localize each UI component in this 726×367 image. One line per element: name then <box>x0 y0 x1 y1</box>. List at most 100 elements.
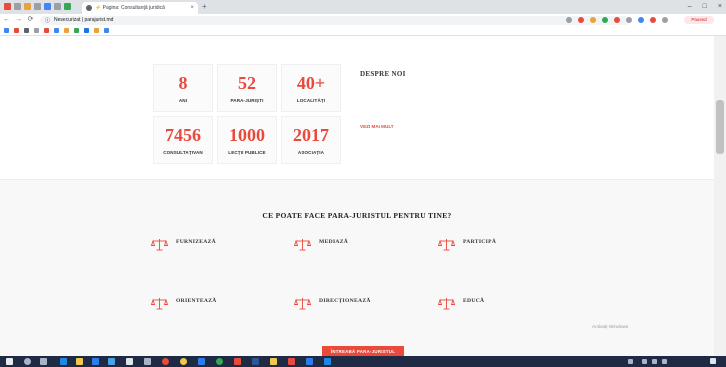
taskbar-app-icon[interactable] <box>126 358 133 365</box>
windows-taskbar <box>0 356 726 367</box>
notification-center-icon[interactable] <box>710 358 716 364</box>
windows-start-icon[interactable] <box>6 358 13 365</box>
pinned-tab-icon[interactable] <box>24 3 31 10</box>
reload-button[interactable]: ⟳ <box>25 14 36 26</box>
forward-button[interactable]: → <box>13 14 24 26</box>
pinned-tab-icon[interactable] <box>44 3 51 10</box>
about-section: DESPRE NOI VEZI MAI MULT <box>360 70 582 133</box>
taskbar-app-icon[interactable] <box>92 358 99 365</box>
scales-of-justice-icon <box>438 239 455 251</box>
pinned-tab-icon[interactable] <box>34 3 41 10</box>
tab-favicon-icon <box>86 5 92 11</box>
search-icon[interactable] <box>24 358 31 365</box>
bookmark-icon[interactable] <box>94 28 99 33</box>
extension-icon[interactable] <box>638 17 644 23</box>
stat-card: 8 ANI <box>153 64 213 112</box>
taskbar-app-icon[interactable] <box>108 358 115 365</box>
site-info-icon[interactable]: ⓘ <box>45 17 50 24</box>
taskbar-app-icon[interactable] <box>306 358 313 365</box>
chrome-icon[interactable] <box>180 358 187 365</box>
stat-label: PARA-JURIȘTI <box>230 98 264 103</box>
scales-of-justice-icon <box>294 239 311 251</box>
services-section: CE POATE FACE PARA-JURISTUL PENTRU TINE?… <box>0 179 714 356</box>
pinned-tab-gmail-icon[interactable] <box>4 3 11 10</box>
stat-value: 40+ <box>296 73 326 93</box>
bookmark-icon[interactable] <box>34 28 39 33</box>
stat-value: 8 <box>178 73 188 93</box>
bookmark-icon[interactable] <box>24 28 29 33</box>
stat-card: 1000 LECȚII PUBLICE <box>217 116 277 164</box>
bookmark-icon[interactable] <box>44 28 49 33</box>
tray-chevron-icon[interactable] <box>628 359 633 364</box>
taskbar-app-icon[interactable] <box>234 358 241 365</box>
stat-label: ANI <box>178 98 188 103</box>
scrollbar-thumb[interactable] <box>716 100 724 154</box>
browser-tab-strip: ⚡ Pagina: Consultanţă juridică × + – □ × <box>0 0 726 14</box>
stat-label: LOCALITĂȚI <box>296 98 326 103</box>
close-window-button[interactable]: × <box>718 1 722 12</box>
bookmark-icon[interactable] <box>74 28 79 33</box>
word-icon[interactable] <box>252 358 259 365</box>
web-page: 8 ANI 52 PARA-JURIȘTI 40+ LOCALITĂȚI 7456 CO… <box>0 36 714 356</box>
bookmark-icon[interactable] <box>84 28 89 33</box>
service-title: ORIENTEAZĂ <box>176 298 217 304</box>
taskbar-app-icon[interactable] <box>162 358 169 365</box>
file-explorer-icon[interactable] <box>76 358 83 365</box>
taskbar-app-icon[interactable] <box>216 358 223 365</box>
tab-close-icon[interactable]: × <box>190 5 194 11</box>
bookmark-icon[interactable] <box>54 28 59 33</box>
network-icon[interactable] <box>642 359 647 364</box>
see-more-link[interactable]: VEZI MAI MULT <box>360 124 394 129</box>
bookmark-icon[interactable] <box>64 28 69 33</box>
stat-label: LECȚII PUBLICE <box>228 150 266 155</box>
bookmark-icon[interactable] <box>14 28 19 33</box>
watermark-line: Activați Windows <box>592 325 629 330</box>
extension-icon[interactable] <box>590 17 596 23</box>
service-title: PARTICIPĂ <box>463 239 497 245</box>
pinned-tab-icon[interactable] <box>54 3 61 10</box>
minimize-button[interactable]: – <box>688 1 692 12</box>
window-controls: – □ × <box>688 1 722 12</box>
page-scrollbar[interactable] <box>714 36 726 356</box>
extension-icon[interactable] <box>614 17 620 23</box>
taskbar-app-icon[interactable] <box>288 358 295 365</box>
back-button[interactable]: ← <box>1 14 12 26</box>
extension-icon[interactable] <box>662 17 668 23</box>
profile-paused-button[interactable]: Paused <box>684 16 714 24</box>
address-bar[interactable]: ⓘ Nesecurizat | parajurist.md <box>40 15 630 25</box>
taskbar-app-icon[interactable] <box>198 358 205 365</box>
extension-icon[interactable] <box>650 17 656 23</box>
pinned-tab-icon[interactable] <box>64 3 71 10</box>
bookmarks-bar <box>0 26 726 36</box>
stat-card: 7456 CONSULTAȚIVAN <box>153 116 213 164</box>
taskbar-app-icon[interactable] <box>144 358 151 365</box>
bookmark-icon[interactable] <box>4 28 9 33</box>
task-view-icon[interactable] <box>40 358 47 365</box>
volume-icon[interactable] <box>652 359 657 364</box>
extension-icon[interactable] <box>578 17 584 23</box>
extension-icon[interactable] <box>602 17 608 23</box>
service-title: EDUCĂ <box>463 298 485 304</box>
about-title: DESPRE NOI <box>360 70 406 78</box>
extension-icon[interactable] <box>626 17 632 23</box>
scales-of-justice-icon <box>151 298 168 310</box>
pinned-tab-icon[interactable] <box>14 3 21 10</box>
maximize-button[interactable]: □ <box>703 1 707 12</box>
stat-card: 2017 ASOCIAȚIA <box>281 116 341 164</box>
bookmark-star-icon[interactable] <box>566 17 572 23</box>
new-tab-button[interactable]: + <box>202 2 207 12</box>
bookmark-icon[interactable] <box>104 28 109 33</box>
tab-active[interactable]: ⚡ Pagina: Consultanţă juridică × <box>82 2 198 14</box>
scales-of-justice-icon <box>151 239 168 251</box>
battery-icon[interactable] <box>662 359 667 364</box>
stat-value: 7456 <box>165 125 201 145</box>
stat-value: 52 <box>238 73 256 93</box>
tab-title: ⚡ Pagina: Consultanţă juridică <box>95 5 165 11</box>
taskbar-app-icon[interactable] <box>324 358 331 365</box>
ask-parajurist-button[interactable]: ÎNTREABĂ PARA-JURISTUL <box>322 346 404 356</box>
edge-browser-icon[interactable] <box>60 358 67 365</box>
windows-activation-watermark: Activați Windows <box>592 325 628 331</box>
service-title: DIRECȚIONEAZĂ <box>319 298 371 304</box>
stat-card: 52 PARA-JURIȘTI <box>217 64 277 112</box>
taskbar-app-icon[interactable] <box>270 358 277 365</box>
